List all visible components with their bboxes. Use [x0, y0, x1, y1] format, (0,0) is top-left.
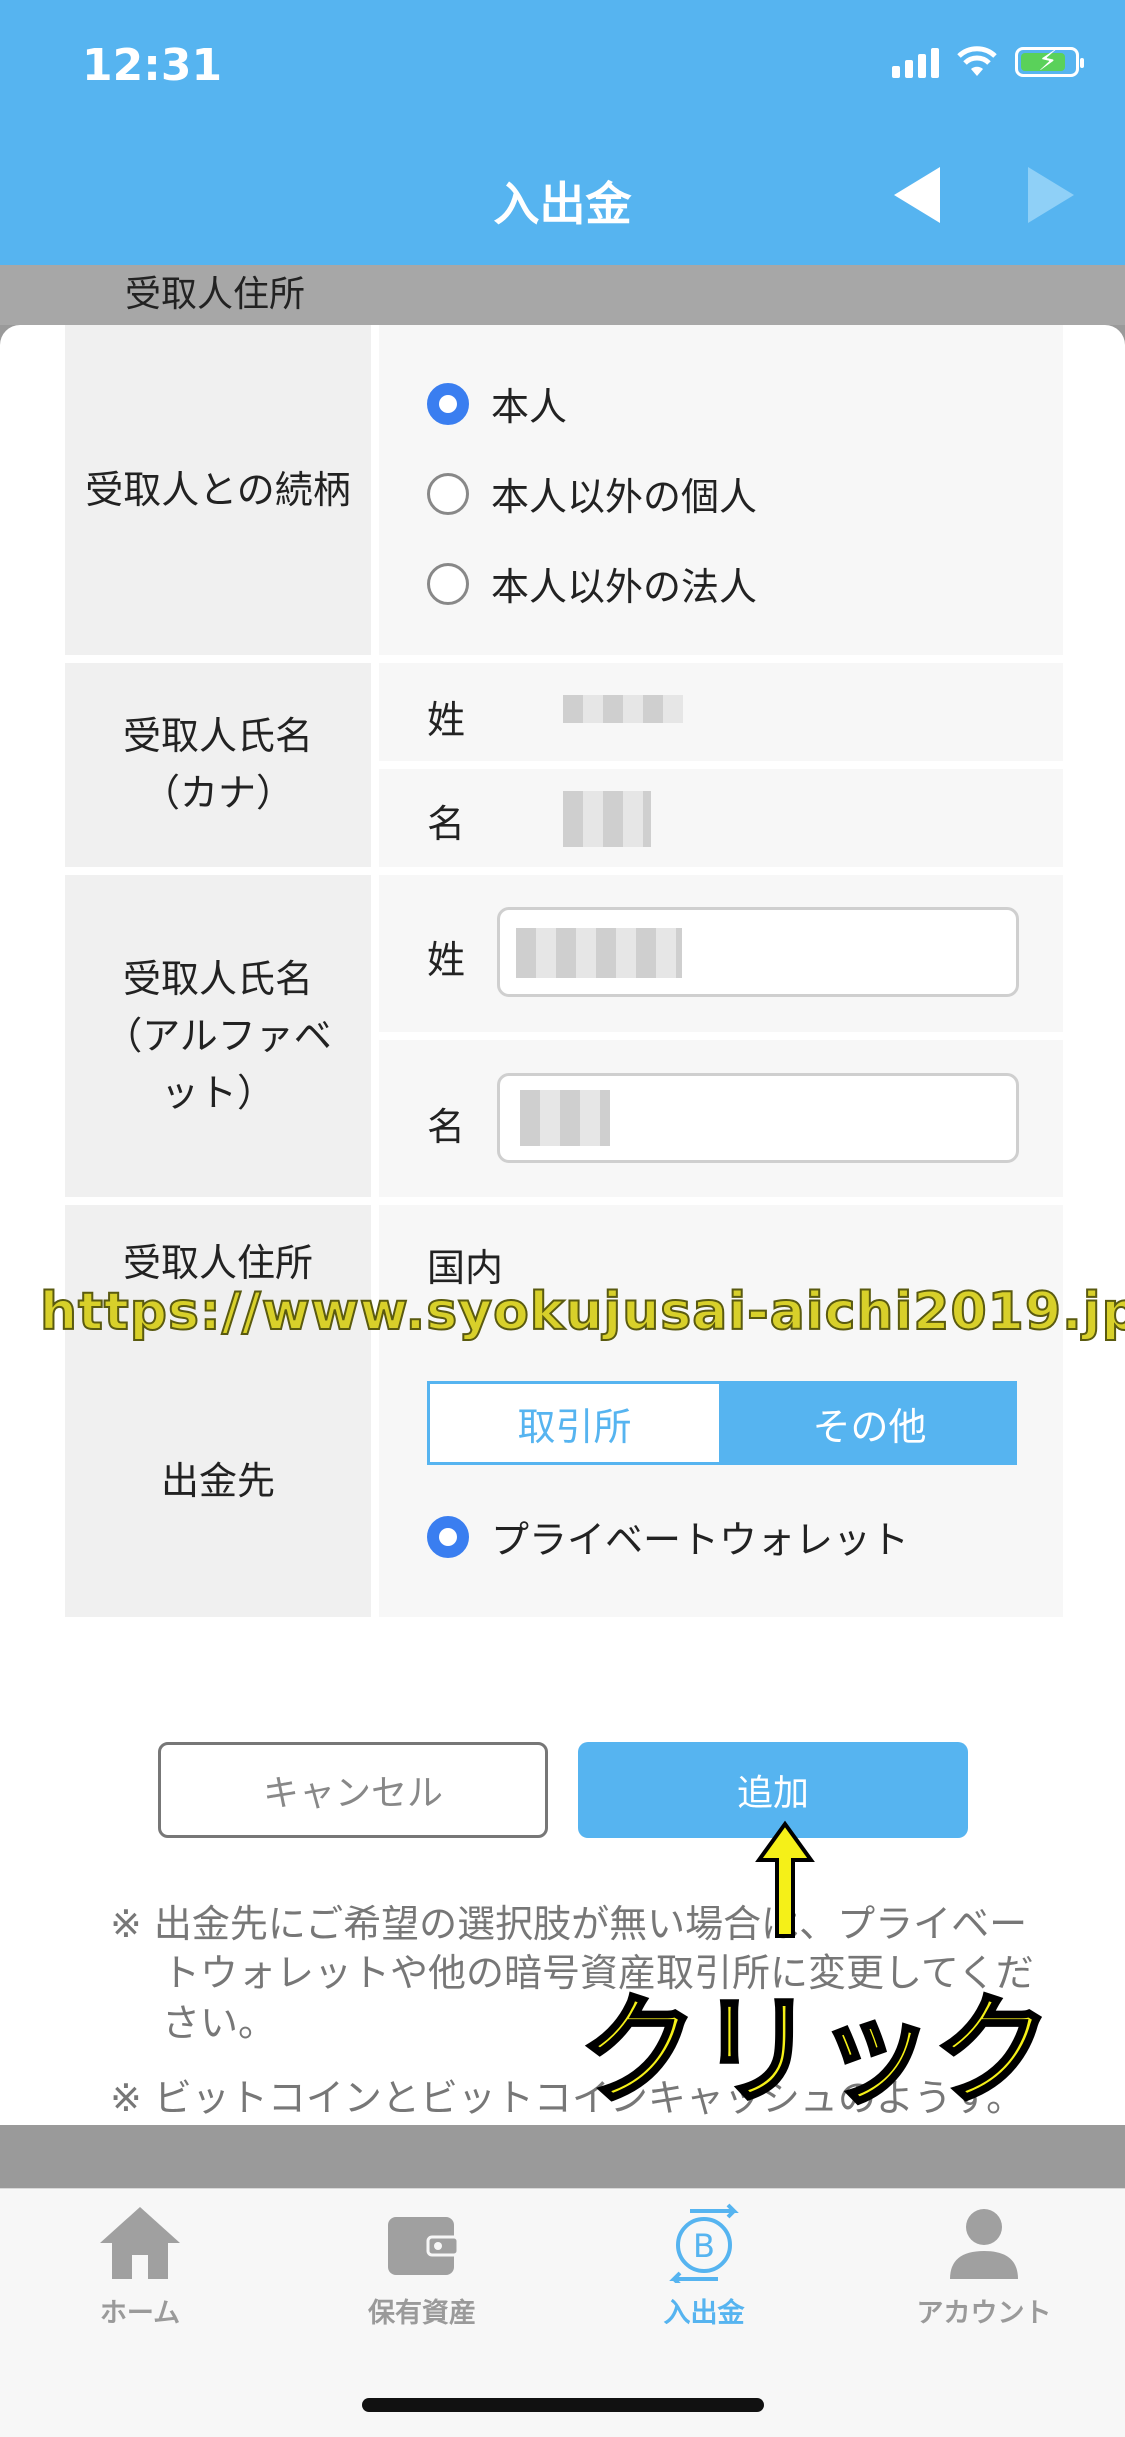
relation-row: 受取人との続柄 本人 本人以外の個人 本人以外の法人: [65, 325, 1063, 655]
relation-label: 受取人との続柄: [65, 325, 371, 655]
kana-name-row: 受取人氏名 （カナ） 姓 名: [65, 663, 1063, 867]
radio-option-other-individual[interactable]: 本人以外の個人: [427, 466, 757, 521]
radio-label: プライベートウォレット: [491, 1518, 910, 1562]
last-name-label: 姓: [427, 698, 466, 742]
app-header: 12:31 ⚡ 入出金: [0, 0, 1125, 265]
tab-label: ホーム: [99, 2298, 181, 2329]
segment-exchange[interactable]: 取引所: [427, 1381, 722, 1465]
alphabet-first-cell: 名: [379, 1040, 1063, 1197]
radio-selected-icon[interactable]: [427, 382, 469, 425]
up-arrow-annotation-icon: [755, 1820, 815, 1938]
tab-label: 保有資産: [368, 2298, 476, 2329]
redacted-value: [563, 695, 683, 723]
kana-last-cell: 姓: [379, 663, 1063, 761]
signal-icon: [892, 46, 939, 78]
first-name-label: 名: [427, 1105, 466, 1149]
last-name-label: 姓: [427, 938, 466, 982]
alphabet-last-cell: 姓: [379, 875, 1063, 1032]
redacted-value: [520, 1090, 610, 1146]
account-icon: [950, 2209, 1018, 2279]
destination-segment: 取引所 その他: [427, 1381, 1017, 1465]
forward-arrow-icon[interactable]: [1026, 165, 1076, 225]
wifi-icon: [957, 46, 997, 76]
back-arrow-icon[interactable]: [892, 165, 942, 225]
radio-icon[interactable]: [427, 472, 469, 515]
radio-icon[interactable]: [427, 562, 469, 605]
home-icon: [100, 2207, 180, 2279]
radio-label: 本人: [491, 385, 568, 429]
tab-home[interactable]: ホーム: [20, 2203, 260, 2330]
recipient-modal: 受取人との続柄 本人 本人以外の個人 本人以外の法人 受取人氏名 （カナ） 姓 …: [0, 325, 1125, 2125]
svg-text:B: B: [693, 2227, 715, 2265]
radio-label: 本人以外の個人: [491, 475, 758, 519]
wallet-icon: [388, 2217, 460, 2275]
battery-icon: ⚡: [1015, 46, 1084, 77]
tab-label: 入出金: [663, 2298, 745, 2329]
bitcoin-transfer-icon: B: [669, 2203, 739, 2287]
status-time: 12:31: [82, 40, 223, 91]
kana-name-label: 受取人氏名 （カナ）: [65, 663, 371, 867]
background-label: 受取人住所: [125, 274, 306, 315]
radio-option-other-corporation[interactable]: 本人以外の法人: [427, 556, 757, 611]
radio-option-private-wallet[interactable]: プライベートウォレット: [427, 1509, 909, 1564]
kana-first-cell: 名: [379, 769, 1063, 867]
radio-selected-icon[interactable]: [427, 1515, 469, 1558]
alphabet-name-row: 受取人氏名 （アルファベ ット） 姓 名: [65, 875, 1063, 1197]
alphabet-name-label: 受取人氏名 （アルファベ ット）: [65, 875, 371, 1197]
first-name-label: 名: [427, 802, 466, 846]
address-destination-values: 国内 取引所 その他 プライベートウォレット: [379, 1205, 1063, 1617]
segment-other[interactable]: その他: [722, 1381, 1017, 1465]
radio-option-self[interactable]: 本人: [427, 376, 567, 431]
cancel-button[interactable]: キャンセル: [158, 1742, 548, 1838]
page-title: 入出金: [493, 177, 632, 231]
redacted-value: [516, 928, 682, 978]
tab-account[interactable]: アカウント: [864, 2203, 1104, 2330]
redacted-value: [563, 791, 651, 847]
address-destination-row: 受取人住所 出金先 国内 取引所 その他 プライベートウォレット: [65, 1205, 1063, 1617]
click-annotation: クリック: [578, 1980, 1054, 2122]
relation-options: 本人 本人以外の個人 本人以外の法人: [379, 325, 1063, 655]
status-icons: ⚡: [892, 46, 1084, 78]
first-name-input[interactable]: [497, 1073, 1019, 1163]
tab-deposit-withdraw[interactable]: B 入出金: [584, 2203, 824, 2330]
tab-assets[interactable]: 保有資産: [302, 2203, 542, 2330]
radio-label: 本人以外の法人: [491, 565, 758, 609]
watermark-url: https://www.syokujusai-aichi2019.jp/: [39, 1281, 1125, 1343]
tab-label: アカウント: [916, 2298, 1052, 2329]
background-row: 受取人住所: [0, 265, 1125, 325]
destination-label: 出金先: [65, 1345, 371, 1617]
last-name-input[interactable]: [497, 907, 1019, 997]
home-indicator: [362, 2398, 764, 2412]
